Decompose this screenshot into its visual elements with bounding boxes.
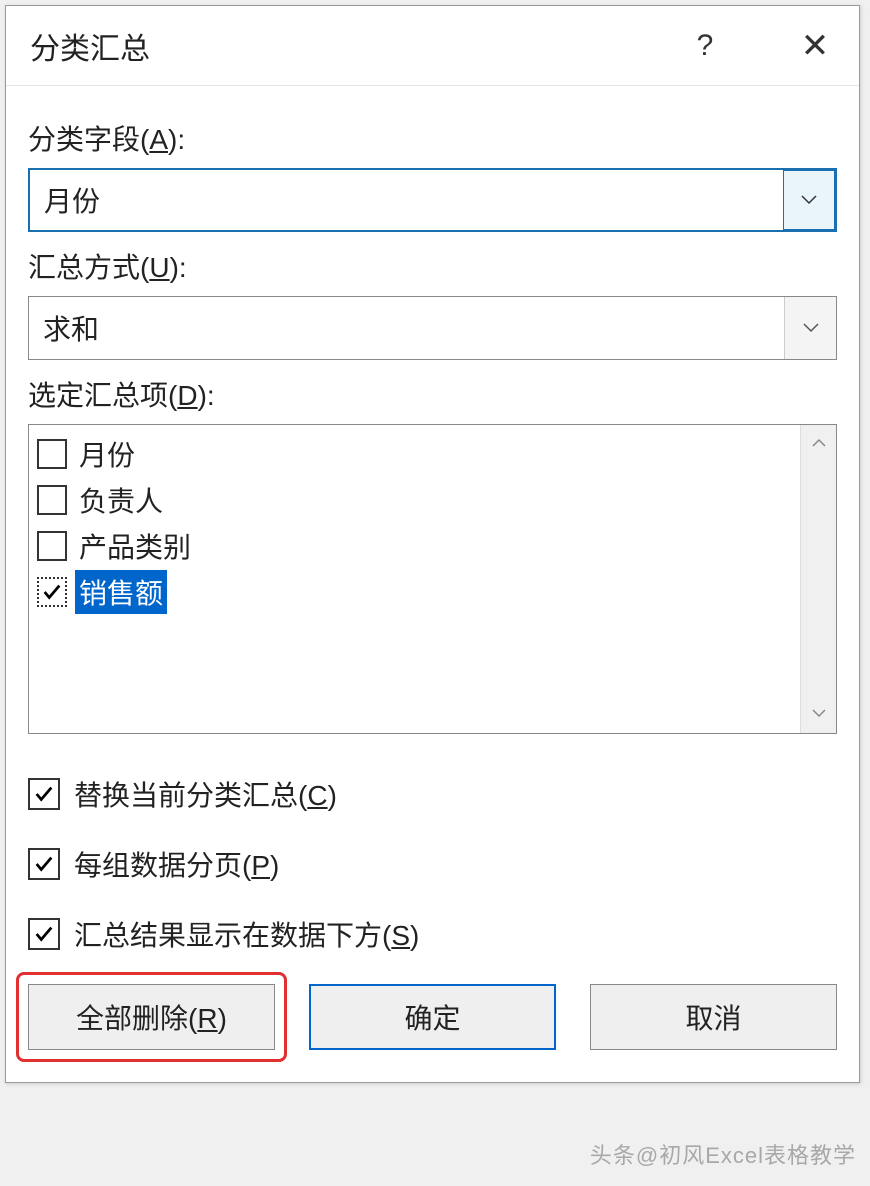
list-items: 月份 负责人 产品类别 销售额 <box>29 425 800 733</box>
replace-current-checkbox[interactable]: 替换当前分类汇总(C) <box>28 774 837 814</box>
scroll-down-icon[interactable] <box>812 705 826 723</box>
list-item-label: 销售额 <box>75 570 167 614</box>
options-group: 替换当前分类汇总(C) 每组数据分页(P) 汇总结果显示在数据下方(S) <box>28 774 837 954</box>
chevron-down-icon[interactable] <box>783 170 835 230</box>
scrollbar[interactable] <box>800 425 836 733</box>
items-label: 选定汇总项(D): <box>28 374 837 414</box>
close-icon[interactable]: ✕ <box>795 26 835 66</box>
group-by-label: 分类字段(A): <box>28 118 837 158</box>
button-row: 全部删除(R) 确定 取消 <box>28 984 837 1072</box>
list-item-label: 产品类别 <box>75 524 195 568</box>
checkbox-icon <box>28 778 60 810</box>
checkbox-icon[interactable] <box>37 531 67 561</box>
summary-below-checkbox[interactable]: 汇总结果显示在数据下方(S) <box>28 914 837 954</box>
remove-all-wrap: 全部删除(R) <box>28 984 275 1050</box>
checkbox-icon[interactable] <box>37 577 67 607</box>
page-break-checkbox[interactable]: 每组数据分页(P) <box>28 844 837 884</box>
items-listbox[interactable]: 月份 负责人 产品类别 销售额 <box>28 424 837 734</box>
list-item-label: 负责人 <box>75 478 167 522</box>
list-item[interactable]: 销售额 <box>33 569 796 615</box>
list-item[interactable]: 负责人 <box>33 477 796 523</box>
list-item[interactable]: 月份 <box>33 431 796 477</box>
scroll-up-icon[interactable] <box>812 435 826 453</box>
checkbox-icon <box>28 918 60 950</box>
function-value: 求和 <box>29 308 784 348</box>
titlebar-buttons: ? ✕ <box>685 26 835 66</box>
dialog-title: 分类汇总 <box>30 24 685 68</box>
group-by-value: 月份 <box>30 180 783 220</box>
subtotal-dialog: 分类汇总 ? ✕ 分类字段(A): 月份 汇总方式(U): 求和 选定汇总项(D… <box>5 5 860 1083</box>
cancel-button[interactable]: 取消 <box>590 984 837 1050</box>
ok-button[interactable]: 确定 <box>309 984 556 1050</box>
function-combo[interactable]: 求和 <box>28 296 837 360</box>
cancel-wrap: 取消 <box>590 984 837 1050</box>
ok-wrap: 确定 <box>309 984 556 1050</box>
checkbox-icon[interactable] <box>37 485 67 515</box>
checkbox-icon[interactable] <box>37 439 67 469</box>
checkbox-icon <box>28 848 60 880</box>
titlebar: 分类汇总 ? ✕ <box>6 6 859 86</box>
dialog-body: 分类字段(A): 月份 汇总方式(U): 求和 选定汇总项(D): 月份 <box>6 86 859 1082</box>
watermark: 头条@初风Excel表格教学 <box>590 1138 856 1170</box>
group-by-combo[interactable]: 月份 <box>28 168 837 232</box>
remove-all-button[interactable]: 全部删除(R) <box>28 984 275 1050</box>
chevron-down-icon[interactable] <box>784 297 836 359</box>
list-item[interactable]: 产品类别 <box>33 523 796 569</box>
help-icon[interactable]: ? <box>685 29 725 63</box>
list-item-label: 月份 <box>75 432 139 476</box>
function-label: 汇总方式(U): <box>28 246 837 286</box>
